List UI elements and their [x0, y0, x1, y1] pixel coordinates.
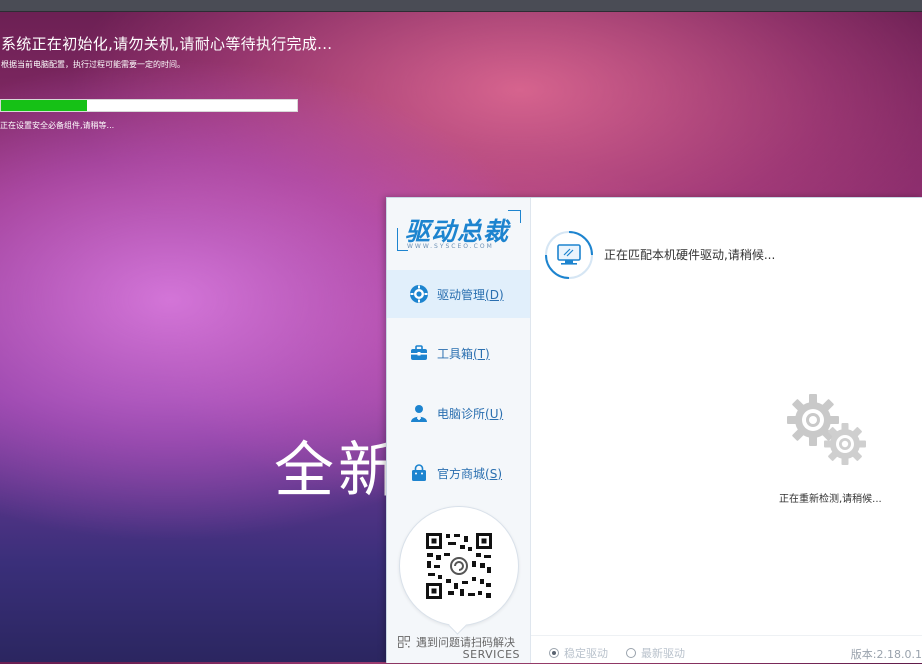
sidebar-item-label: 电脑诊所(U): [437, 406, 504, 421]
status-footer: 稳定驱动 最新驱动 版本:2.18.0.1: [531, 635, 922, 664]
qr-code-bubble: [399, 506, 519, 626]
toolbox-icon: [411, 345, 427, 360]
qr-code-icon: [424, 531, 494, 601]
recheck-status: 正在重新检测,请稍候...: [779, 494, 882, 505]
qr-help: 遇到问题请扫码解决 SERVICES: [398, 634, 524, 662]
install-title: 系统正在初始化,请勿关机,请耐心等待执行完成...: [1, 35, 333, 53]
sidebar-item-label: 官方商城(S): [437, 466, 502, 481]
install-subtitle: 根据当前电脑配置，执行过程可能需要一定的时间。: [1, 60, 185, 69]
monitor-scan-icon: [545, 231, 593, 279]
gear-icon: [410, 285, 428, 303]
app-logo: 驱动总裁 WWW.SYSCEO.COM: [397, 210, 521, 260]
radio-label: 最新驱动: [641, 647, 685, 660]
sidebar: 驱动总裁 WWW.SYSCEO.COM 驱动管理(D) 工具箱(T) 电脑诊所(…: [387, 198, 531, 663]
sidebar-item-driver-management[interactable]: 驱动管理(D): [387, 270, 530, 318]
radio-button: [626, 648, 636, 658]
radio-label: 稳定驱动: [564, 647, 608, 660]
top-bar: [0, 0, 922, 12]
radio-stable-driver[interactable]: 稳定驱动: [549, 645, 608, 661]
shopping-bag-icon: [412, 464, 426, 481]
wallpaper-text: 全新: [274, 436, 402, 506]
sidebar-item-official-store[interactable]: 官方商城(S): [387, 449, 530, 497]
sidebar-item-label: 驱动管理(D): [437, 287, 504, 302]
install-status: 正在设置安全必备组件,请稍等...: [0, 121, 115, 130]
sidebar-item-toolbox[interactable]: 工具箱(T): [387, 329, 530, 377]
version-label: 版本:2.18.0.1: [850, 648, 922, 661]
qr-scan-icon: [398, 636, 410, 648]
loading-gears-icon: [787, 394, 866, 465]
radio-latest-driver[interactable]: 最新驱动: [626, 645, 685, 661]
radio-button-checked: [549, 648, 559, 658]
install-progress-bar: [0, 99, 298, 112]
main-panel: 正在匹配本机硬件驱动,请稍候... 正在重新检测,请稍候... 稳定驱动 最新驱…: [531, 198, 922, 663]
sidebar-item-pc-clinic[interactable]: 电脑诊所(U): [387, 389, 530, 437]
driver-matching-status: 正在匹配本机硬件驱动,请稍候...: [604, 248, 776, 262]
sidebar-item-label: 工具箱(T): [437, 346, 490, 361]
qr-services-label: SERVICES: [462, 648, 520, 661]
install-progress-fill: [1, 100, 87, 111]
logo-url: WWW.SYSCEO.COM: [407, 243, 494, 250]
driver-app-window: 驱动总裁 WWW.SYSCEO.COM 驱动管理(D) 工具箱(T) 电脑诊所(…: [386, 197, 922, 663]
doctor-icon: [411, 405, 427, 422]
